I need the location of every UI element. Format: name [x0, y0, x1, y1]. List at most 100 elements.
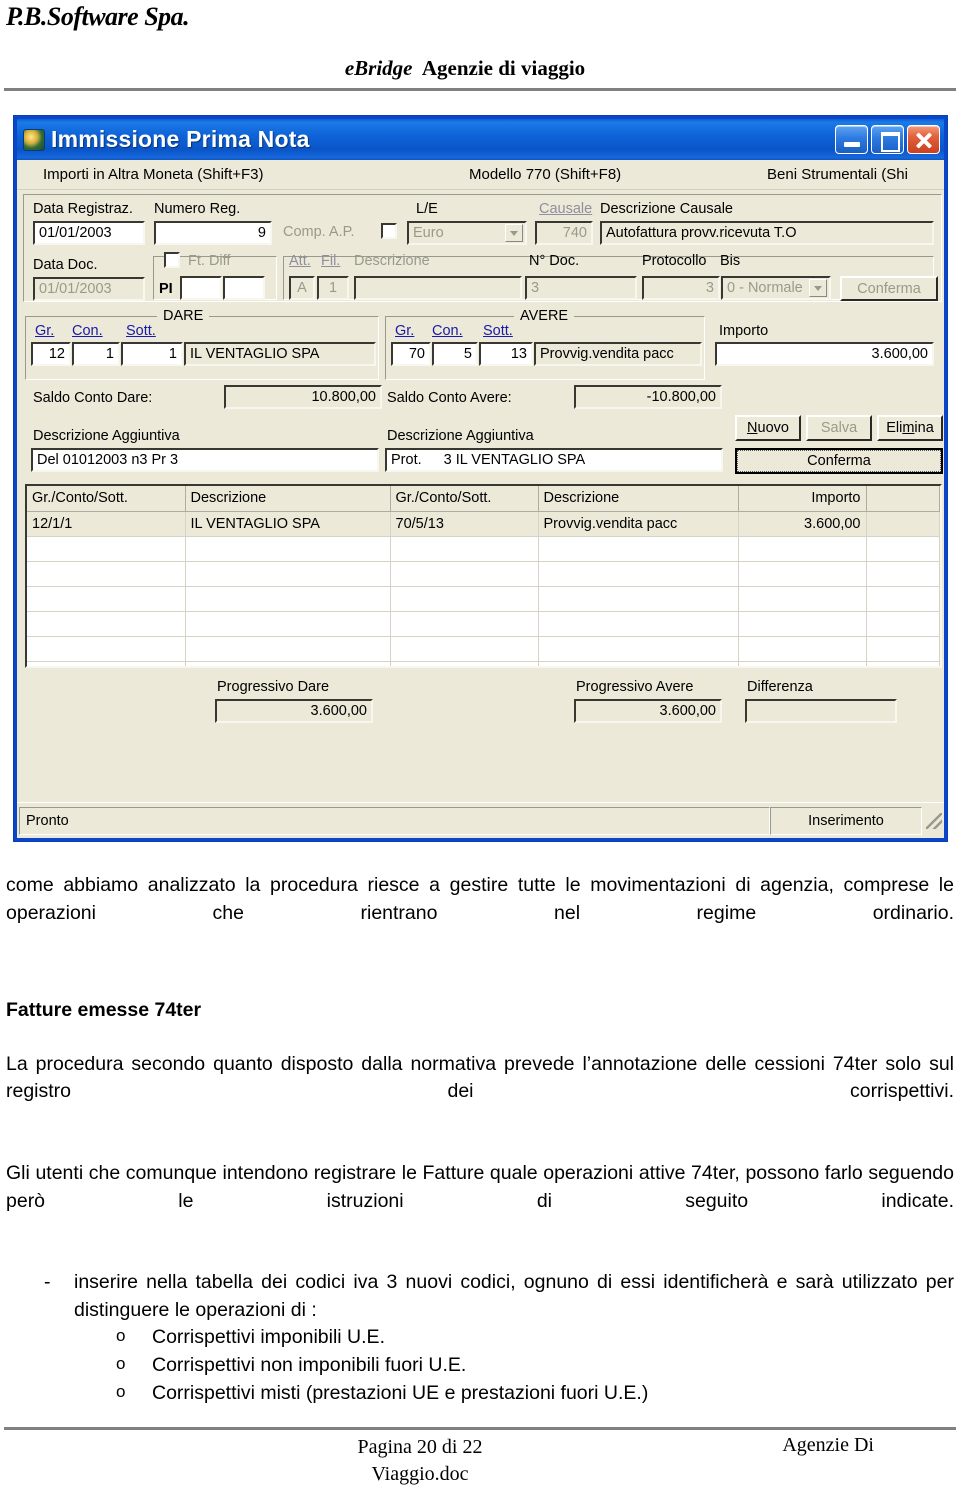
avere-descrizione-input[interactable]: Provvig.vendita pacc	[534, 342, 702, 366]
data-registraz-input[interactable]: 01/01/2003	[33, 221, 145, 245]
att-label[interactable]: Att.	[289, 254, 311, 269]
dare-gr-input[interactable]: 12	[31, 342, 71, 366]
att-input[interactable]: A	[289, 276, 315, 300]
col-dare-descrizione[interactable]: Descrizione	[185, 486, 391, 512]
status-mode: Inserimento	[770, 806, 922, 835]
table-row[interactable]	[27, 636, 940, 662]
dare-sott-input[interactable]: 1	[121, 342, 183, 366]
sub-text: Corrispettivi non imponibili fuori U.E.	[152, 1353, 467, 1376]
dare-sott-label[interactable]: Sott.	[126, 324, 156, 339]
avere-con-input[interactable]: 5	[432, 342, 478, 366]
footer-divider	[4, 1427, 956, 1430]
descr-agg-left-label: Descrizione Aggiuntiva	[33, 428, 180, 444]
data-doc-input[interactable]: 01/01/2003	[33, 277, 145, 301]
conferma-button[interactable]: Conferma	[735, 448, 943, 474]
chevron-down-icon-2[interactable]	[809, 279, 827, 297]
close-button[interactable]	[907, 125, 940, 154]
product-subtitle: Agenzie di viaggio	[421, 56, 586, 80]
table-row[interactable]	[27, 611, 940, 637]
col-avere-conto[interactable]: Gr./Conto/Sott.	[390, 486, 539, 512]
descrizione-causale-input[interactable]: Autofattura provv.ricevuta T.O	[600, 221, 934, 245]
table-row[interactable]	[27, 586, 940, 612]
window-client-area: Data Registraz. 01/01/2003 Numero Reg. 9…	[17, 190, 944, 838]
menu-item-modello-770[interactable]: Modello 770 (Shift+F8)	[469, 166, 621, 183]
conferma-top-button[interactable]: Conferma	[840, 276, 938, 301]
menu-item-beni-strumentali[interactable]: Beni Strumentali (Shi	[767, 166, 908, 183]
n-doc-input[interactable]: 3	[525, 276, 637, 300]
minimize-button[interactable]	[835, 125, 868, 154]
causale-label[interactable]: Causale	[539, 202, 592, 217]
table-row[interactable]	[27, 661, 940, 666]
descrizione-input[interactable]	[354, 276, 522, 300]
elimina-button[interactable]: Eli m ina	[877, 415, 943, 441]
progressivo-avere-label: Progressivo Avere	[576, 679, 694, 695]
avere-con-label[interactable]: Con.	[432, 324, 463, 339]
cell-dare-conto: 12/1/1	[27, 511, 186, 537]
avere-gr-label[interactable]: Gr.	[395, 324, 414, 339]
comp-ap-label: Comp. A.P.	[283, 224, 355, 240]
table-row[interactable]	[27, 561, 940, 587]
ft-diff-checkbox[interactable]	[164, 252, 180, 268]
bullet-item: - inserire nella tabella dei codici iva …	[6, 1269, 954, 1324]
col-avere-descrizione[interactable]: Descrizione	[538, 486, 739, 512]
avere-sott-input[interactable]: 13	[479, 342, 533, 366]
dare-gr-label[interactable]: Gr.	[35, 324, 54, 339]
chevron-down-icon[interactable]	[505, 224, 523, 242]
comp-ap-checkbox[interactable]	[381, 223, 397, 239]
fil-input[interactable]: 1	[317, 276, 349, 300]
menu-item-importi-altra-moneta[interactable]: Importi in Altra Moneta (Shift+F3)	[43, 166, 264, 183]
saldo-dare-value: 10.800,00	[224, 385, 382, 409]
causale-input[interactable]: 740	[535, 221, 593, 245]
minimize-icon	[836, 126, 867, 153]
sub-marker: o	[116, 1381, 126, 1401]
salva-button[interactable]: Salva	[806, 415, 872, 441]
fil-label[interactable]: Fil.	[321, 254, 340, 269]
le-label: L/E	[416, 201, 438, 217]
window-menubar: Importi in Altra Moneta (Shift+F3) Model…	[17, 160, 944, 190]
avere-sott-label[interactable]: Sott.	[483, 324, 513, 339]
numero-reg-input[interactable]: 9	[154, 221, 272, 245]
document-footer: Pagina 20 di 22 Viaggio.doc Agenzie Di	[0, 1434, 960, 1489]
bullet-text: inserire nella tabella dei codici iva 3 …	[74, 1270, 954, 1321]
footer-file-name: Viaggio.doc	[371, 1463, 469, 1485]
window-titlebar: Immissione Prima Nota	[17, 119, 944, 160]
conferma-label: Conferma	[737, 450, 941, 472]
saldo-avere-value: -10.800,00	[574, 385, 722, 409]
dare-legend: DARE	[157, 308, 210, 324]
dare-con-label[interactable]: Con.	[72, 324, 103, 339]
page-title: eBridge Agenzie di viaggio	[0, 56, 960, 81]
dare-con-input[interactable]: 1	[72, 342, 120, 366]
maximize-button[interactable]	[871, 125, 904, 154]
app-globe-icon	[23, 128, 45, 151]
dare-descrizione-input[interactable]: IL VENTAGLIO SPA	[184, 342, 376, 366]
table-row[interactable]	[27, 536, 940, 562]
descr-agg-right-input[interactable]: Prot. 3 IL VENTAGLIO SPA	[385, 448, 723, 472]
pi-input-2[interactable]	[223, 276, 265, 300]
descr-agg-left-input[interactable]: Del 01012003 n3 Pr 3	[31, 448, 379, 472]
movements-table: Gr./Conto/Sott. Descrizione Gr./Conto/So…	[27, 486, 940, 666]
resize-grip-icon[interactable]	[926, 812, 942, 829]
data-doc-label: Data Doc.	[33, 257, 98, 273]
importo-label: Importo	[719, 323, 769, 339]
col-dare-conto[interactable]: Gr./Conto/Sott.	[27, 486, 186, 512]
nuovo-button[interactable]: Nuovo	[735, 415, 801, 441]
protocollo-input[interactable]: 3	[642, 276, 720, 300]
le-combo[interactable]: Euro	[407, 221, 527, 245]
col-importo[interactable]: Importo	[738, 486, 867, 512]
importo-input[interactable]: 3.600,00	[715, 342, 934, 366]
table-row[interactable]: 12/1/1 IL VENTAGLIO SPA 70/5/13 Provvig.…	[27, 511, 940, 537]
pi-input-1[interactable]	[180, 276, 222, 300]
screenshot-image: Immissione Prima Nota Importi in Altra M…	[13, 115, 948, 842]
col-spacer[interactable]	[866, 486, 940, 512]
avere-gr-input[interactable]: 70	[391, 342, 431, 366]
table-header-row: Gr./Conto/Sott. Descrizione Gr./Conto/So…	[27, 486, 940, 512]
status-bar: Pronto Inserimento	[17, 802, 944, 838]
app-window: Immissione Prima Nota Importi in Altra M…	[17, 119, 944, 838]
n-doc-label: N° Doc.	[529, 253, 580, 269]
cell-dare-descrizione: IL VENTAGLIO SPA	[185, 511, 391, 537]
sub-item: o Corrispettivi non imponibili fuori U.E…	[6, 1352, 954, 1380]
movements-grid[interactable]: Gr./Conto/Sott. Descrizione Gr./Conto/So…	[25, 484, 942, 668]
avere-legend: AVERE	[514, 308, 575, 324]
document-body: come abbiamo analizzato la procedura rie…	[6, 872, 954, 1407]
bis-combo[interactable]: 0 - Normale	[721, 276, 831, 300]
